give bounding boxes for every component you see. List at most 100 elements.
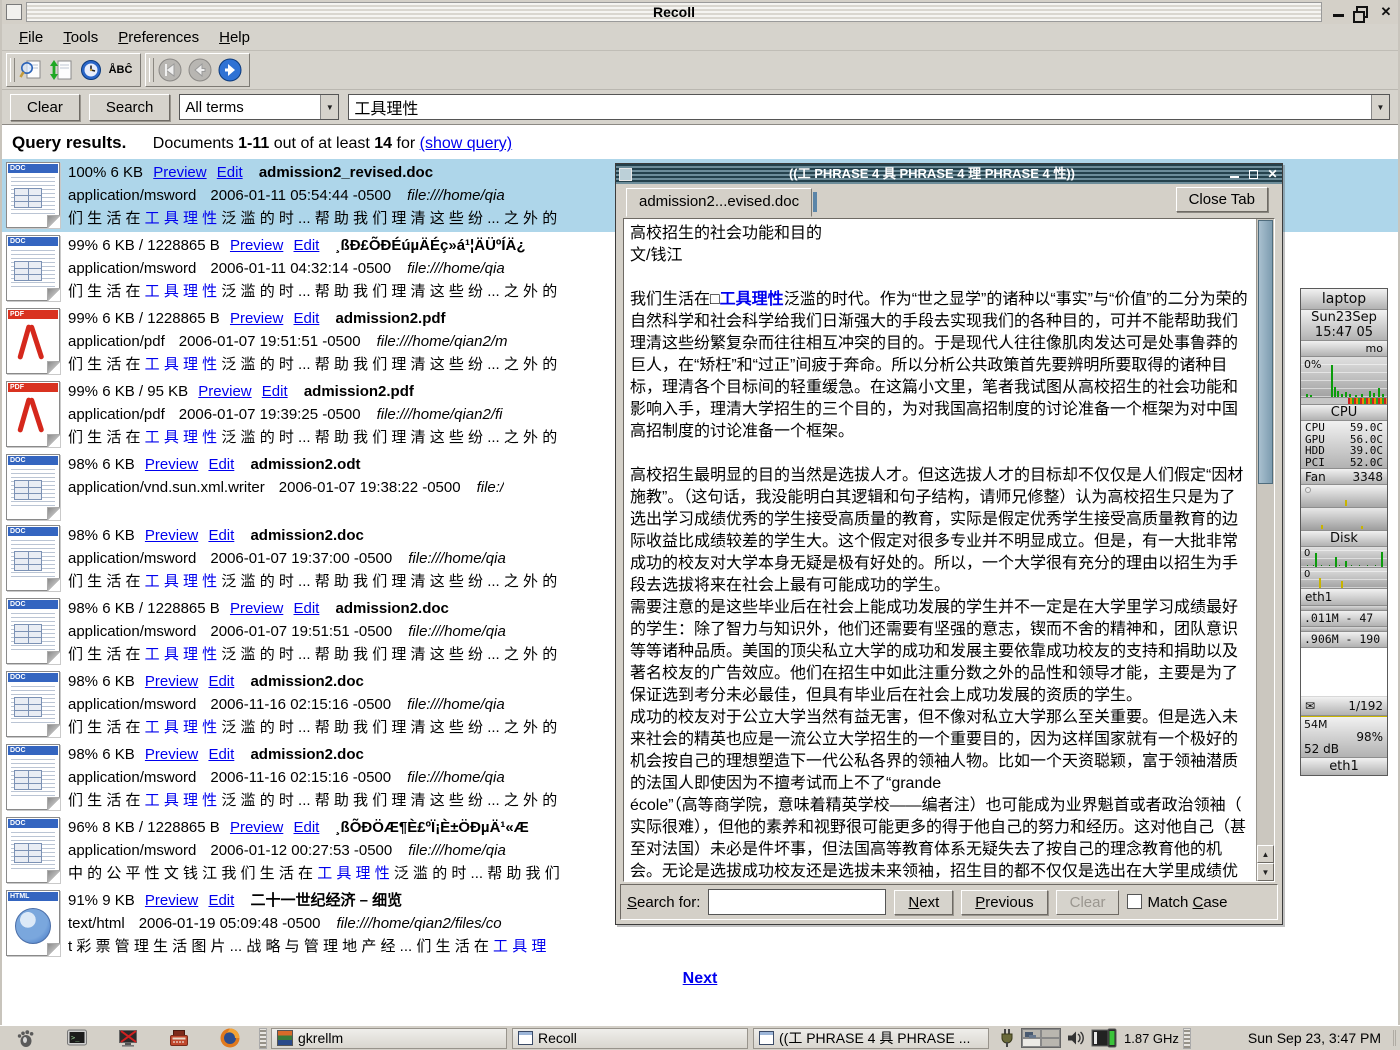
edit-link[interactable]: Edit: [294, 310, 320, 327]
cpu-chart[interactable]: 0%: [1301, 357, 1387, 398]
mime-type: application/msword: [68, 187, 196, 204]
disk-section-label[interactable]: Disk: [1301, 531, 1387, 547]
edit-link[interactable]: Edit: [208, 456, 234, 473]
volume-icon[interactable]: [1066, 1027, 1086, 1050]
disk-chart-1[interactable]: 0: [1301, 547, 1387, 568]
preview-link[interactable]: Preview: [153, 164, 206, 181]
find-previous-button[interactable]: Previous: [961, 890, 1047, 915]
term-explorer-icon[interactable]: ÅBĈ: [107, 57, 134, 84]
file-type-icon: DOC: [6, 525, 60, 591]
preview-link[interactable]: Preview: [230, 600, 283, 617]
preview-link[interactable]: Preview: [145, 892, 198, 909]
main-titlebar[interactable]: Recoll ✕: [2, 0, 1398, 24]
checkbox-icon[interactable]: [1127, 894, 1142, 909]
cpu-frequency[interactable]: 1.87 GHz: [1124, 1031, 1179, 1046]
file-path: file:///home/qia: [407, 696, 505, 713]
edit-link[interactable]: Edit: [208, 746, 234, 763]
preview-maximize-button[interactable]: [1247, 168, 1260, 181]
find-input[interactable]: [708, 889, 886, 915]
preview-minimize-button[interactable]: [1228, 168, 1241, 181]
search-button[interactable]: Search: [89, 94, 171, 121]
close-button[interactable]: ✕: [1378, 5, 1394, 19]
net-section-label[interactable]: eth1: [1301, 589, 1387, 606]
disk-chart-2[interactable]: 0: [1301, 568, 1387, 589]
gkrellm-hostname[interactable]: laptop: [1301, 289, 1387, 310]
panel-handle[interactable]: [259, 1028, 267, 1049]
edit-link[interactable]: Edit: [208, 673, 234, 690]
terminal-icon[interactable]: >_: [65, 1027, 88, 1050]
task-gkrellm[interactable]: gkrellm: [271, 1028, 507, 1049]
snippet: 们 生 活 在 工 具 理 性 泛 滥 的 时 ... 帮 助 我 们 理 清 …: [68, 207, 557, 230]
advanced-search-icon[interactable]: [17, 57, 44, 84]
panel-handle[interactable]: [1183, 1028, 1191, 1049]
document-history-icon[interactable]: [77, 57, 104, 84]
screen-lock-icon[interactable]: [116, 1027, 139, 1050]
edit-link[interactable]: Edit: [294, 819, 320, 836]
cpu-section-label[interactable]: CPU: [1301, 405, 1387, 421]
first-page-icon[interactable]: [156, 57, 183, 84]
preview-link[interactable]: Preview: [145, 527, 198, 544]
edit-link[interactable]: Edit: [294, 600, 320, 617]
next-page-link[interactable]: Next: [683, 970, 718, 987]
preview-tab[interactable]: admission2...evised.doc: [626, 188, 812, 217]
menu-help[interactable]: Help: [210, 27, 259, 48]
clear-button[interactable]: Clear: [10, 94, 80, 121]
taskbar-clock[interactable]: Sun Sep 23, 3:47 PM: [1248, 1030, 1396, 1046]
show-query-link[interactable]: (show query): [420, 135, 512, 152]
preview-link[interactable]: Preview: [230, 237, 283, 254]
find-clear-button[interactable]: Clear: [1056, 890, 1120, 915]
disk1-value: 0: [1304, 548, 1310, 559]
preview-window-icon[interactable]: [619, 168, 632, 181]
preview-link[interactable]: Preview: [198, 383, 251, 400]
preview-link[interactable]: Preview: [145, 746, 198, 763]
sort-parameters-icon[interactable]: [47, 57, 74, 84]
edit-link[interactable]: Edit: [208, 892, 234, 909]
chevron-down-icon[interactable]: ▼: [320, 95, 338, 119]
firefox-icon[interactable]: [218, 1027, 241, 1050]
query-history-chevron-icon[interactable]: ▼: [1371, 95, 1389, 119]
match-case-checkbox[interactable]: Match Case: [1127, 894, 1227, 911]
menu-preferences[interactable]: Preferences: [109, 27, 208, 48]
find-next-button[interactable]: Next: [894, 890, 953, 915]
edit-link[interactable]: Edit: [294, 237, 320, 254]
next-page-icon[interactable]: [216, 57, 243, 84]
scroll-down-icon[interactable]: ▼: [1257, 863, 1274, 881]
preview-link[interactable]: Preview: [230, 310, 283, 327]
meter-panel[interactable]: 54M 98% 52 dB: [1301, 716, 1387, 758]
typewriter-icon[interactable]: [167, 1027, 190, 1050]
maximize-button[interactable]: [1354, 5, 1370, 19]
task-preview[interactable]: ((工 PHRASE 4 具 PHRASE ...: [753, 1028, 989, 1049]
preview-scrollbar[interactable]: ▲ ▼: [1256, 219, 1274, 881]
preview-link[interactable]: Preview: [145, 456, 198, 473]
menu-file[interactable]: File: [10, 27, 52, 48]
preview-titlebar[interactable]: ((工 PHRASE 4 具 PHRASE 4 理 PHRASE 4 性)) ✕: [616, 164, 1282, 184]
power-plug-icon[interactable]: [998, 1027, 1016, 1050]
task-recoll[interactable]: Recoll: [512, 1028, 748, 1049]
edit-link[interactable]: Edit: [217, 164, 243, 181]
window-menu-icon[interactable]: [6, 4, 22, 20]
preview-document-text[interactable]: 高校招生的社会功能和目的文/钱江 我们生活在□工具理性泛滥的时代。作为“世之显学…: [630, 223, 1250, 881]
file-path: file:///home/qian2/files/co: [337, 915, 502, 932]
search-mode-select[interactable]: All terms ▼: [179, 94, 339, 120]
relevance-percent: 98%: [68, 600, 98, 617]
close-tab-button[interactable]: Close Tab: [1176, 187, 1268, 212]
menu-tools[interactable]: Tools: [54, 27, 107, 48]
preview-close-button[interactable]: ✕: [1266, 168, 1279, 181]
edit-link[interactable]: Edit: [208, 527, 234, 544]
file-date: 2006-01-07 19:38:22 -0500: [279, 479, 461, 496]
workspace-switcher-icon[interactable]: [1021, 1028, 1061, 1048]
gkrellm-footer[interactable]: eth1: [1301, 758, 1387, 775]
edit-link[interactable]: Edit: [262, 383, 288, 400]
scroll-up-icon[interactable]: ▲: [1257, 845, 1274, 863]
svg-text:>_: >_: [71, 1034, 80, 1042]
scrollbar-thumb[interactable]: [1258, 220, 1273, 484]
fan-chart[interactable]: [1301, 485, 1387, 531]
previous-page-icon[interactable]: [186, 57, 213, 84]
minimize-button[interactable]: [1330, 5, 1346, 19]
mail-monitor[interactable]: ✉1/192: [1301, 697, 1387, 716]
query-input[interactable]: [349, 98, 1371, 116]
preview-link[interactable]: Preview: [145, 673, 198, 690]
gnome-menu-icon[interactable]: [14, 1027, 37, 1050]
cpu-monitor-icon[interactable]: [1091, 1027, 1117, 1050]
preview-link[interactable]: Preview: [230, 819, 283, 836]
